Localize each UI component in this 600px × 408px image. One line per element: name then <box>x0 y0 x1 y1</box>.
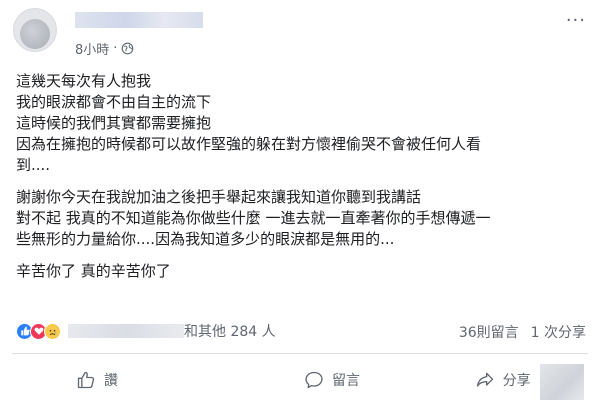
sad-reaction-icon <box>44 322 61 340</box>
facebook-post: 8小時 · ··· 這幾天每次有人抱我 我的眼淚都會不由自主的流下 這時候的我們… <box>0 0 600 408</box>
share-arrow-icon <box>476 372 493 387</box>
engagement-stats: 36則留言 1 次分享 <box>459 322 586 342</box>
divider <box>12 353 588 354</box>
text-line: 到.... <box>16 156 51 174</box>
reaction-icons[interactable] <box>16 322 61 340</box>
comment-icon <box>305 371 323 389</box>
reaction-count[interactable]: 和其他 284 人 <box>184 321 276 341</box>
text-line: 些無形的力量給你....因為我知道多少的眼淚都是無用的... <box>16 230 395 248</box>
paragraph-2: 謝謝你今天在我說加油之後把手舉起來讓我知道你聽到我講話 對不起 我真的不知道能為… <box>16 187 592 250</box>
text-line: 謝謝你今天在我說加油之後把手舉起來讓我知道你聽到我講話 <box>16 188 422 206</box>
reactions-summary[interactable]: 和其他 284 人 <box>16 320 276 342</box>
text-line: 這時候的我們其實都需要擁抱 <box>16 114 212 132</box>
author-name-redacted[interactable] <box>75 12 203 28</box>
timestamp-text[interactable]: 8小時 <box>75 39 109 58</box>
text-line: 因為在擁抱的時候都可以故作堅強的躲在對方懷裡偷哭不會被任何人看 <box>16 135 482 153</box>
text-line: 這幾天每次有人抱我 <box>16 72 152 90</box>
text-line: 我的眼淚都會不由自主的流下 <box>16 93 212 111</box>
comment-label: 留言 <box>332 373 360 389</box>
paragraph-1: 這幾天每次有人抱我 我的眼淚都會不由自主的流下 這時候的我們其實都需要擁抱 因為… <box>16 71 592 176</box>
share-label: 分享 <box>502 373 531 389</box>
author-avatar[interactable] <box>13 8 57 52</box>
comment-button[interactable]: 留言 <box>247 358 418 402</box>
comments-count[interactable]: 36則留言 <box>459 322 519 342</box>
paragraph-3: 辛苦你了 真的辛苦你了 <box>16 261 592 282</box>
viewer-avatar-redacted[interactable] <box>540 364 584 400</box>
text-line: 對不起 我真的不知道能為你做些什麼 一進去就一直牽著你的手想傳遞一 <box>16 209 491 227</box>
like-button[interactable]: 讚 <box>12 358 247 402</box>
post-timestamp[interactable]: 8小時 · <box>75 39 134 58</box>
shares-count[interactable]: 1 次分享 <box>531 322 586 342</box>
like-label: 讚 <box>104 373 118 389</box>
thumbs-up-icon <box>77 371 95 389</box>
globe-icon <box>122 42 134 55</box>
post-body: 這幾天每次有人抱我 我的眼淚都會不由自主的流下 這時候的我們其實都需要擁抱 因為… <box>16 71 592 293</box>
text-line: 辛苦你了 真的辛苦你了 <box>16 262 171 280</box>
more-options-button[interactable]: ··· <box>566 10 586 31</box>
action-bar: 讚 留言 分享 <box>12 358 588 402</box>
reactor-names-redacted[interactable] <box>68 324 184 338</box>
